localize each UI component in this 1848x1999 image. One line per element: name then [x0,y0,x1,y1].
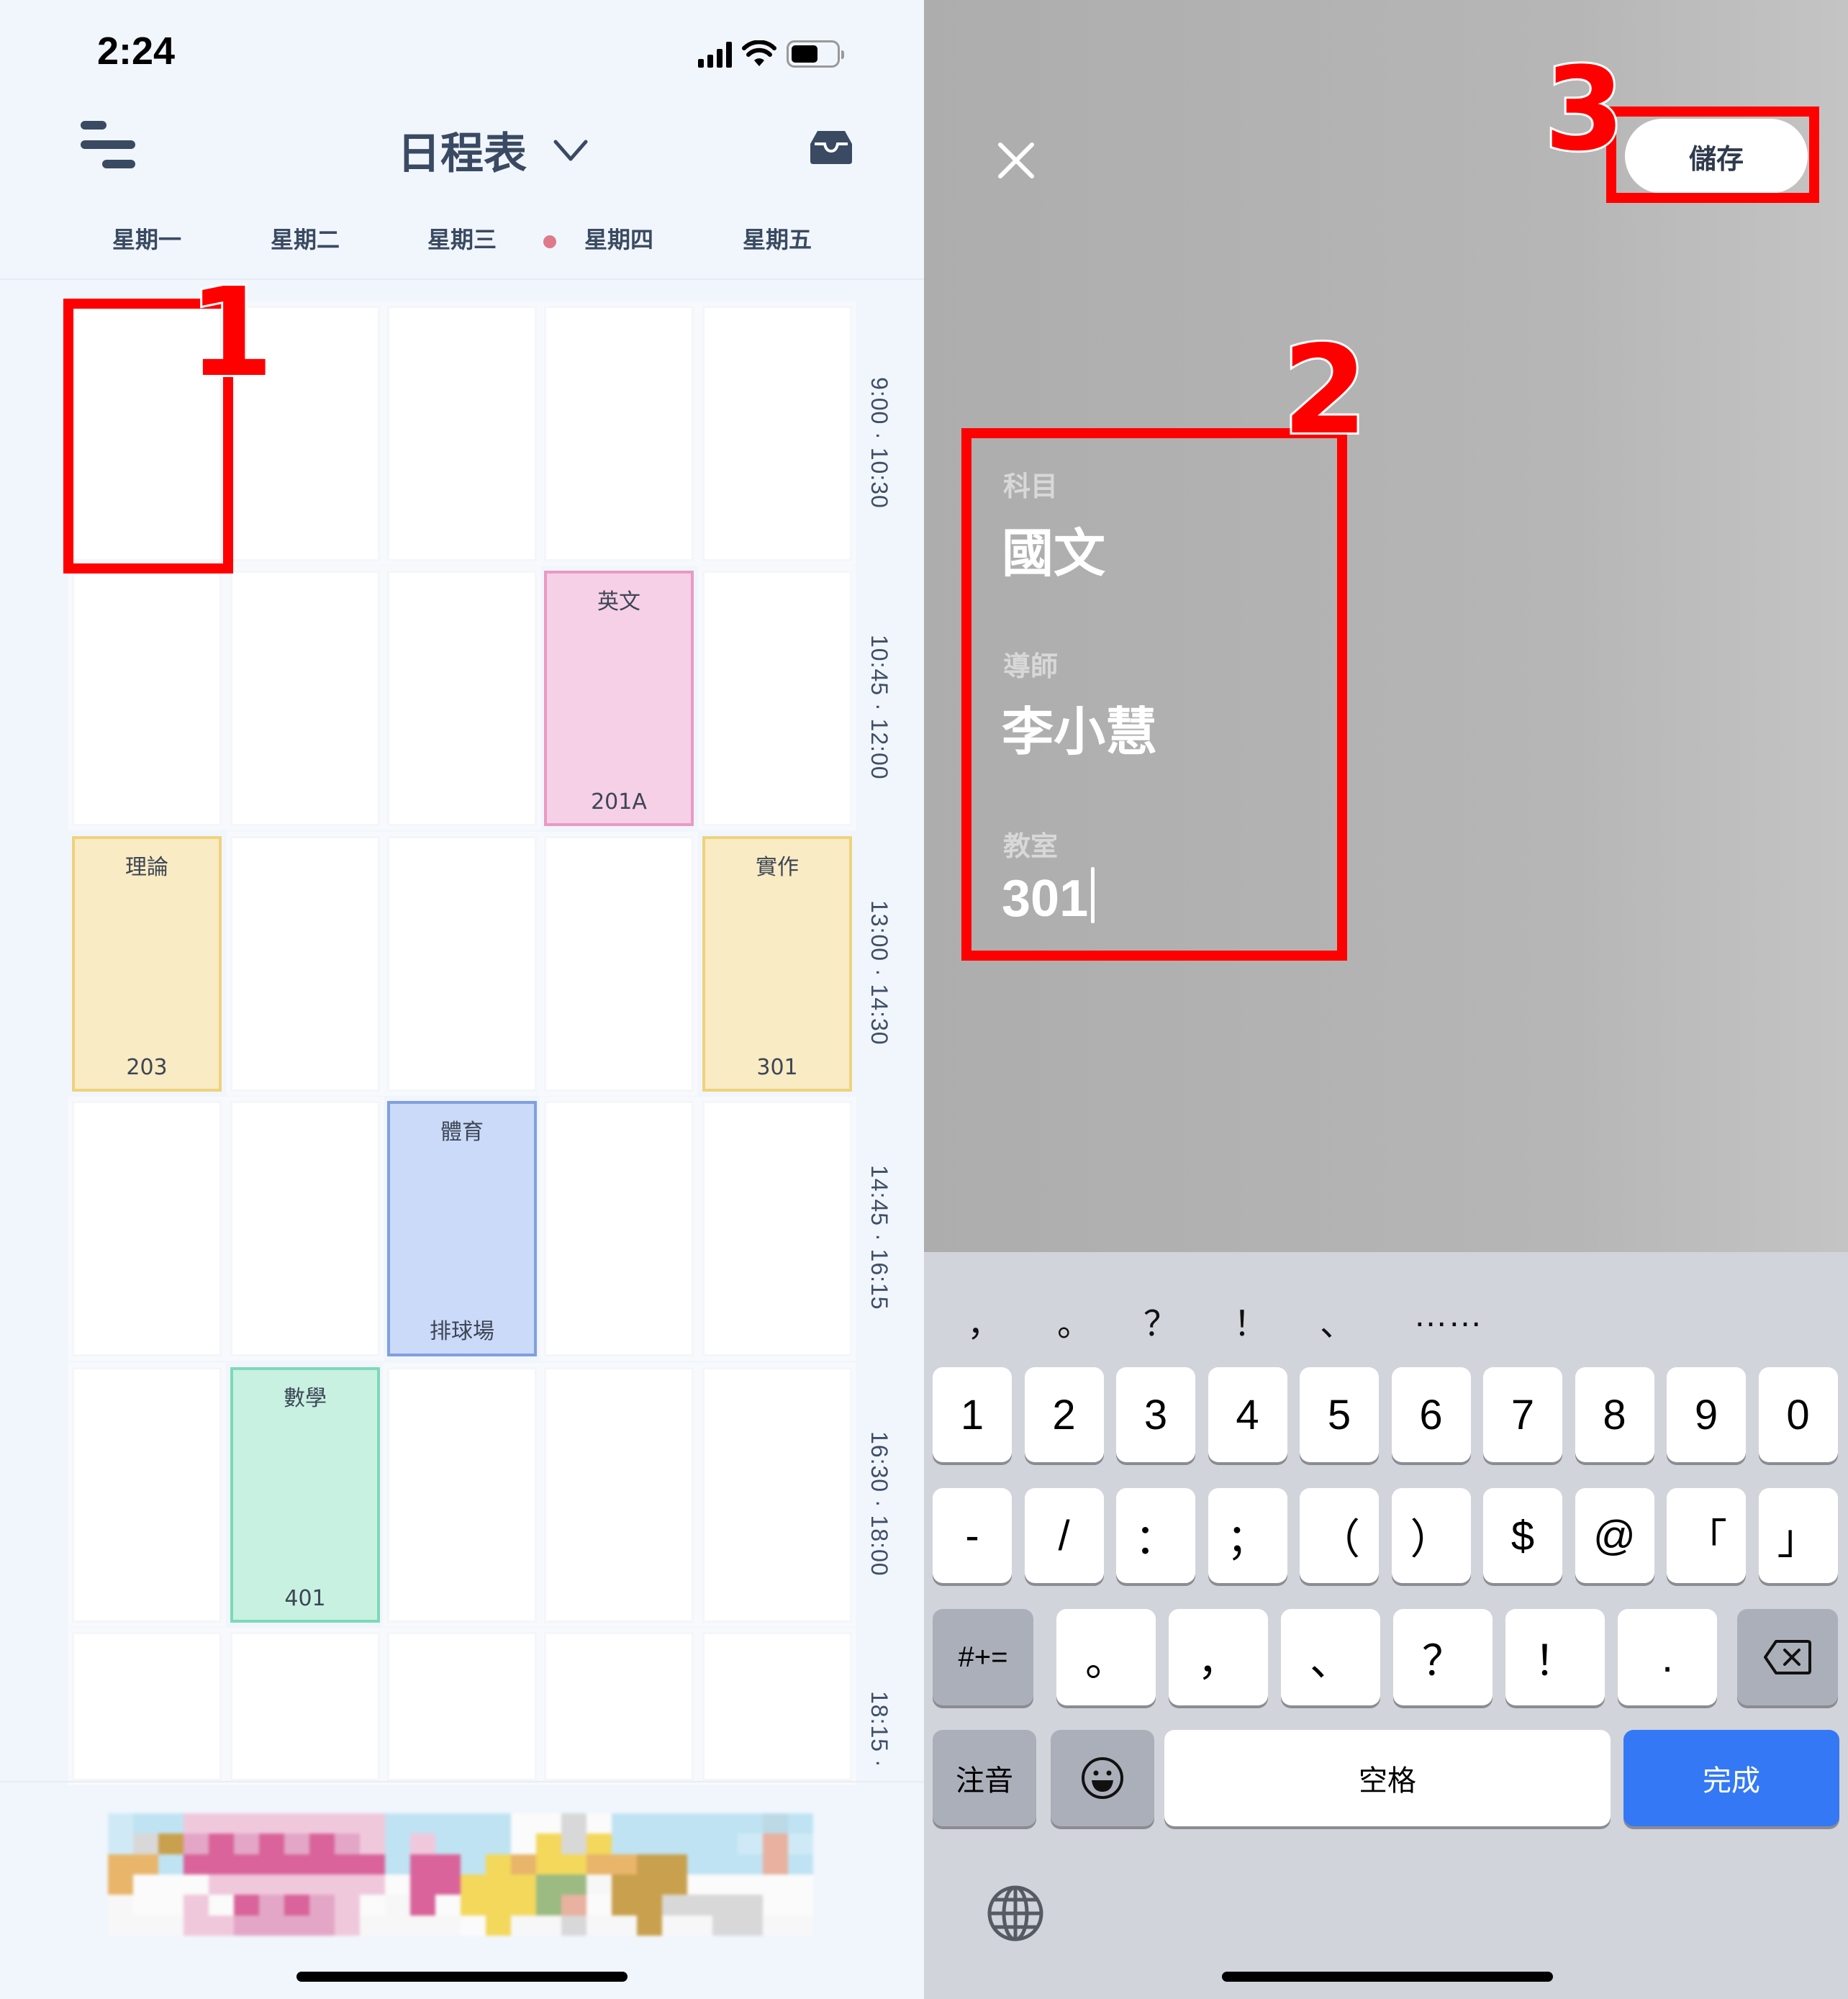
input-mode-key[interactable]: 注音 [933,1730,1036,1826]
key-punct[interactable]: ？ [1393,1609,1493,1705]
suggestion-item[interactable]: ， [967,1295,1002,1346]
empty-slot[interactable] [68,1097,226,1361]
suggestion-item[interactable]: …… [1413,1295,1482,1335]
empty-slot[interactable] [68,1363,226,1627]
class-room: 301 [756,1055,798,1080]
empty-slot[interactable] [68,566,226,830]
home-indicator[interactable] [296,1972,628,1982]
more-symbols-key[interactable]: #+= [933,1609,1033,1705]
key-symbol[interactable]: ） [1391,1488,1471,1583]
key-symbol[interactable]: @ [1575,1488,1654,1583]
left-screen-schedule: 2:24 日程表 星期一 星期二 星期三 星期四 星期五 9:00 · 10:30 英文 2… [0,0,924,1999]
empty-slot[interactable] [383,302,541,566]
empty-slot[interactable] [540,302,698,566]
key-5[interactable]: 5 [1300,1367,1379,1462]
backspace-icon [1764,1640,1811,1674]
class-room: 401 [284,1586,326,1611]
ad-separator [0,1781,924,1782]
empty-slot[interactable] [226,1097,384,1361]
suggestion-item[interactable]: 、 [1320,1295,1354,1346]
suggestion-item[interactable]: ？ [1143,1295,1178,1346]
key-0[interactable]: 0 [1758,1367,1838,1462]
key-punct[interactable]: . [1618,1609,1717,1705]
empty-slot[interactable] [698,1628,856,1785]
emoji-icon [1082,1757,1123,1799]
suggestion-item[interactable]: 。 [1057,1295,1092,1346]
key-punct[interactable]: ， [1169,1609,1268,1705]
key-symbol[interactable]: / [1024,1488,1104,1583]
key-symbol[interactable]: - [933,1488,1012,1583]
class-subject: 數學 [284,1386,327,1411]
annotation-number-3: 3 [1542,42,1626,176]
right-screen-edit-class: 儲存 3 科目 國文 導師 李小慧 教室 301 2 ，。？！、…… 1 2 3 4 5 6… [924,0,1848,1999]
class-block[interactable]: 理論 203 [72,836,222,1092]
class-block[interactable]: 實作 301 [702,836,852,1092]
key-2[interactable]: 2 [1024,1367,1104,1462]
time-slot-label: 13:00 · 14:30 [866,900,892,1046]
time-slot-label: 14:45 · 16:15 [866,1165,892,1310]
space-key[interactable]: 空格 [1164,1730,1611,1826]
class-subject: 理論 [125,855,168,880]
annotation-box-3 [1606,106,1819,203]
suggestion-item[interactable]: ！ [1233,1295,1268,1346]
empty-slot[interactable] [226,566,384,830]
key-punct[interactable]: 。 [1056,1609,1156,1705]
key-symbol[interactable]: 「 [1667,1488,1746,1583]
time-slot-label: 10:45 · 12:00 [866,635,892,780]
backspace-key[interactable] [1737,1609,1838,1705]
class-block[interactable]: 數學 401 [230,1367,380,1623]
empty-slot[interactable] [226,832,384,1096]
class-block[interactable]: 體育 排球場 [387,1101,537,1356]
empty-slot[interactable] [383,1363,541,1627]
key-symbol[interactable]: $ [1483,1488,1562,1583]
key-symbol[interactable]: （ [1300,1488,1379,1583]
keyboard: ，。？！、…… 1 2 3 4 5 6 7 8 9 0- /：；（） $ @ 「」 #+=。，、？！. 注音 空格… [924,1252,1848,1999]
empty-slot[interactable] [383,566,541,830]
key-9[interactable]: 9 [1667,1367,1746,1462]
key-punct[interactable]: 、 [1281,1609,1380,1705]
empty-slot[interactable] [698,302,856,566]
empty-slot[interactable] [698,1097,856,1361]
empty-slot[interactable] [540,832,698,1096]
emoji-key[interactable] [1051,1730,1154,1826]
time-slot-label: 18:15 · [866,1690,892,1768]
empty-slot[interactable] [226,1628,384,1785]
class-room: 201A [591,789,647,815]
class-subject: 實作 [756,855,799,880]
empty-slot[interactable] [383,1628,541,1785]
key-6[interactable]: 6 [1391,1367,1471,1462]
empty-slot[interactable] [540,1097,698,1361]
class-subject: 英文 [597,589,640,615]
key-punct[interactable]: ！ [1505,1609,1605,1705]
advertisement-banner[interactable] [108,1813,813,1936]
annotation-box-2 [961,428,1347,961]
annotation-number-2: 2 [1280,319,1369,462]
close-icon[interactable] [996,140,1036,181]
time-slot-label: 16:30 · 18:00 [866,1431,892,1577]
key-4[interactable]: 4 [1208,1367,1287,1462]
empty-slot[interactable] [68,1628,226,1785]
class-room: 203 [126,1055,168,1080]
key-symbol[interactable]: 」 [1758,1488,1838,1583]
empty-slot[interactable] [698,566,856,830]
class-room: 排球場 [430,1319,494,1344]
key-symbol[interactable]: ： [1116,1488,1195,1583]
empty-slot[interactable] [698,1363,856,1627]
class-block[interactable]: 英文 201A [544,571,694,826]
annotation-number-1: 1 [186,262,276,404]
key-3[interactable]: 3 [1116,1367,1195,1462]
key-8[interactable]: 8 [1575,1367,1654,1462]
globe-icon[interactable] [986,1884,1045,1943]
key-1[interactable]: 1 [933,1367,1012,1462]
class-subject: 體育 [440,1120,484,1145]
key-symbol[interactable]: ； [1208,1488,1287,1583]
home-indicator-right[interactable] [1222,1972,1553,1982]
time-slot-label: 9:00 · 10:30 [866,376,892,509]
empty-slot[interactable] [540,1363,698,1627]
empty-slot[interactable] [383,832,541,1096]
empty-slot[interactable] [540,1628,698,1785]
key-7[interactable]: 7 [1483,1367,1562,1462]
done-key[interactable]: 完成 [1623,1730,1839,1826]
